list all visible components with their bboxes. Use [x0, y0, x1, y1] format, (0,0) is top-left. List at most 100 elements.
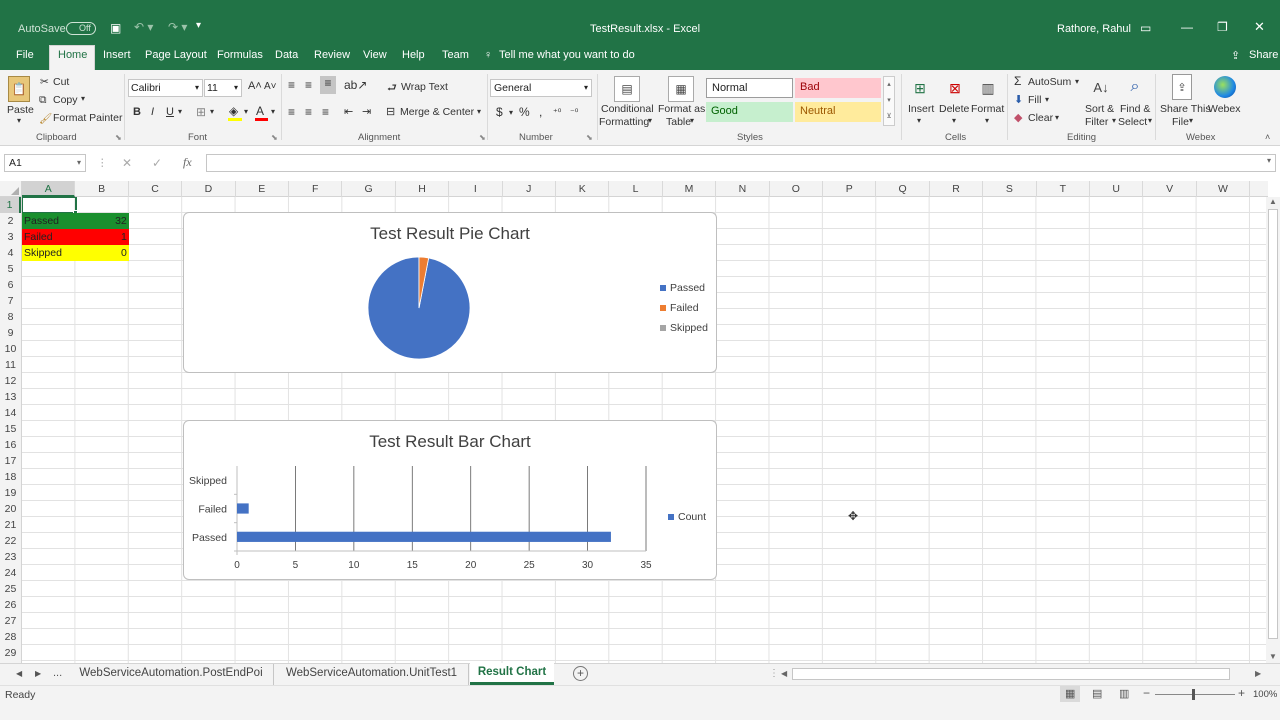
- row-header-1[interactable]: 1: [0, 197, 21, 213]
- cell-a3[interactable]: Failed: [22, 229, 76, 245]
- scroll-down-icon[interactable]: ▼: [1269, 652, 1277, 661]
- prev-sheet-icon[interactable]: ◀: [16, 669, 22, 678]
- clear-button[interactable]: Clear: [1028, 112, 1053, 124]
- delete-cells-icon[interactable]: ⊠: [943, 76, 967, 100]
- align-left-icon[interactable]: ≡: [288, 105, 295, 119]
- cut-button[interactable]: Cut: [53, 76, 69, 88]
- decrease-decimal-icon[interactable]: ⁻⁰: [570, 107, 578, 118]
- decrease-indent-icon[interactable]: ⇤: [344, 105, 353, 118]
- insert-cells-button[interactable]: Insert: [908, 103, 934, 115]
- increase-decimal-icon[interactable]: ⁺⁰: [553, 107, 561, 118]
- row-header-12[interactable]: 12: [0, 373, 21, 389]
- font-color-icon[interactable]: A: [256, 104, 264, 118]
- format-painter-icon[interactable]: 🖌: [39, 112, 52, 125]
- tab-insert[interactable]: Insert: [103, 49, 131, 61]
- column-header-o[interactable]: O: [770, 181, 823, 197]
- column-header-a[interactable]: A: [22, 181, 76, 197]
- sort-filter-icon[interactable]: A↓: [1088, 74, 1114, 100]
- undo-icon[interactable]: ↶ ▾: [134, 20, 153, 34]
- underline-icon[interactable]: U: [166, 106, 174, 118]
- number-launcher-icon[interactable]: ⬊: [586, 133, 593, 142]
- share-button[interactable]: Share: [1249, 49, 1278, 61]
- cell-a2[interactable]: Passed: [22, 213, 76, 229]
- share-this-file-button[interactable]: Share This: [1160, 103, 1211, 115]
- row-header-4[interactable]: 4: [0, 245, 21, 261]
- column-header-w[interactable]: W: [1197, 181, 1251, 197]
- column-header-m[interactable]: M: [663, 181, 717, 197]
- bold-icon[interactable]: B: [133, 106, 141, 118]
- font-name-select[interactable]: Calibri ▾: [128, 79, 203, 97]
- italic-icon[interactable]: I: [151, 106, 154, 118]
- column-header-q[interactable]: Q: [876, 181, 930, 197]
- style-normal[interactable]: Normal: [706, 78, 793, 98]
- bar-chart[interactable]: Test Result Bar Chart 0 5 10 15 20 25 30 35 Pass…: [183, 420, 717, 580]
- borders-icon[interactable]: ⊞: [196, 105, 206, 119]
- delete-cells-button[interactable]: Delete: [939, 103, 969, 115]
- row-header-7[interactable]: 7: [0, 293, 21, 309]
- autosum-button[interactable]: AutoSum: [1028, 76, 1071, 88]
- cancel-formula-icon[interactable]: ✕: [122, 156, 132, 170]
- row-header-20[interactable]: 20: [0, 501, 21, 517]
- fill-button[interactable]: Fill: [1028, 94, 1041, 106]
- column-header-l[interactable]: L: [609, 181, 663, 197]
- column-header-j[interactable]: J: [503, 181, 556, 197]
- minimize-icon[interactable]: —: [1181, 20, 1193, 34]
- zoom-out-icon[interactable]: −: [1143, 686, 1150, 700]
- style-bad[interactable]: Bad: [795, 78, 881, 98]
- redo-icon[interactable]: ↷ ▾: [168, 20, 187, 34]
- tell-me-search[interactable]: Tell me what you want to do: [499, 49, 635, 61]
- save-icon[interactable]: ▣: [110, 21, 121, 35]
- cut-icon[interactable]: ✂: [40, 76, 49, 88]
- sheet-tab-unittest1[interactable]: WebServiceAutomation.UnitTest1: [275, 664, 469, 685]
- zoom-level[interactable]: 100%: [1253, 689, 1277, 700]
- collapse-ribbon-icon[interactable]: ˄: [1265, 132, 1270, 142]
- share-file-icon[interactable]: ⇪: [1172, 74, 1192, 100]
- clear-icon[interactable]: ◆: [1014, 111, 1022, 124]
- webex-icon[interactable]: [1214, 76, 1236, 98]
- share-icon[interactable]: ⇪: [1231, 49, 1240, 62]
- wrap-text-icon[interactable]: ⮐: [387, 79, 397, 98]
- scroll-up-icon[interactable]: ▲: [1269, 197, 1277, 206]
- copy-button[interactable]: Copy: [53, 94, 78, 106]
- column-header-t[interactable]: T: [1037, 181, 1090, 197]
- row-header-5[interactable]: 5: [0, 261, 21, 277]
- row-header-8[interactable]: 8: [0, 309, 21, 325]
- row-header-2[interactable]: 2: [0, 213, 21, 229]
- sheet-tab-postendpoint[interactable]: WebServiceAutomation.PostEndPoi: [69, 664, 274, 685]
- scroll-left-icon[interactable]: ◀: [781, 669, 787, 678]
- format-cells-icon[interactable]: ▥: [976, 76, 1000, 100]
- font-launcher-icon[interactable]: ⬊: [271, 133, 278, 142]
- customize-qat-icon[interactable]: ▾: [196, 20, 201, 31]
- close-icon[interactable]: ✕: [1254, 19, 1265, 35]
- cell-b3[interactable]: 1: [75, 229, 129, 245]
- row-header-29[interactable]: 29: [0, 645, 21, 661]
- row-header-18[interactable]: 18: [0, 469, 21, 485]
- scroll-right-icon[interactable]: ▶: [1255, 669, 1261, 678]
- webex-button[interactable]: Webex: [1208, 103, 1241, 115]
- tab-view[interactable]: View: [363, 49, 387, 61]
- tab-page-layout[interactable]: Page Layout: [145, 49, 207, 61]
- column-header-b[interactable]: B: [75, 181, 129, 197]
- row-header-27[interactable]: 27: [0, 613, 21, 629]
- column-header-e[interactable]: E: [236, 181, 289, 197]
- format-cells-button[interactable]: Format: [971, 103, 1004, 115]
- paste-button[interactable]: Paste: [7, 104, 34, 116]
- row-header-6[interactable]: 6: [0, 277, 21, 293]
- cell-a4[interactable]: Skipped: [22, 245, 76, 261]
- restore-icon[interactable]: ❐: [1217, 20, 1228, 34]
- merge-center-icon[interactable]: ⊟: [386, 105, 395, 118]
- zoom-slider[interactable]: [1155, 694, 1235, 695]
- insert-cells-icon[interactable]: ⊞: [908, 76, 932, 100]
- zoom-slider-thumb[interactable]: [1192, 689, 1195, 700]
- align-bottom-icon[interactable]: ≡: [320, 76, 336, 94]
- align-center-icon[interactable]: ≡: [305, 105, 312, 119]
- more-sheets-button[interactable]: ...: [53, 667, 62, 679]
- row-header-24[interactable]: 24: [0, 565, 21, 581]
- comma-icon[interactable]: ,: [539, 105, 542, 119]
- row-header-10[interactable]: 10: [0, 341, 21, 357]
- column-header-g[interactable]: G: [342, 181, 396, 197]
- style-neutral[interactable]: Neutral: [795, 102, 881, 122]
- next-sheet-icon[interactable]: ▶: [35, 669, 41, 678]
- sort-filter-button-2[interactable]: Filter: [1085, 116, 1108, 128]
- autosum-icon[interactable]: Σ: [1014, 74, 1021, 88]
